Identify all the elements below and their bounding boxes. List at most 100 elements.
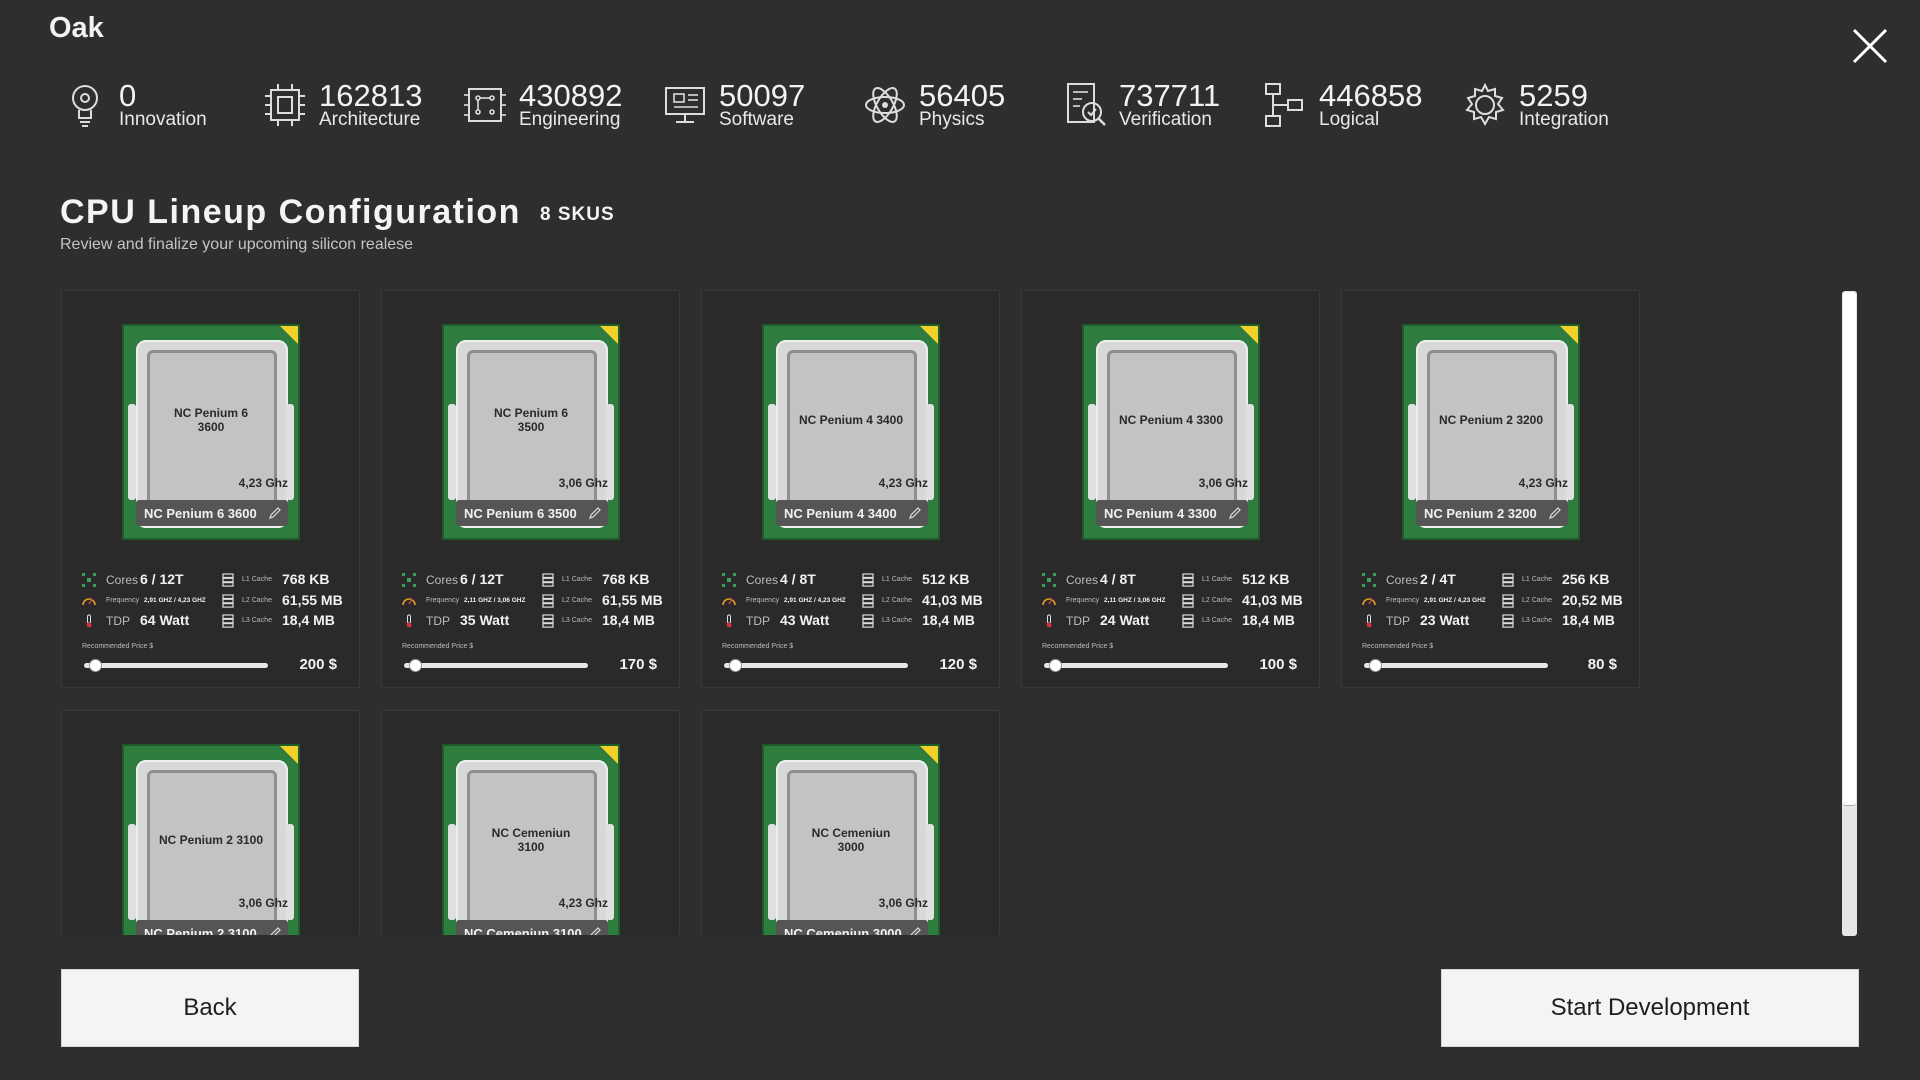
price-slider[interactable] [404, 659, 588, 672]
tdp-value: 24 Watt [1100, 612, 1150, 628]
cpu-name-bar[interactable]: NC Penium 4 3400 [776, 500, 928, 526]
cpu-name-bar[interactable]: NC Penium 2 3200 [1416, 500, 1568, 526]
resource-label: Engineering [519, 109, 621, 130]
resource-value: 0 [119, 78, 137, 113]
cores-value: 2 / 4T [1420, 571, 1456, 587]
cpu-chip-image: NC Penium 6 3600 4,23 Ghz NC Penium 6 3600 [122, 324, 300, 540]
price-slider-knob[interactable] [729, 659, 743, 672]
price-slider-knob[interactable] [1369, 659, 1383, 672]
cpu-card[interactable]: NC Penium 6 3600 4,23 Ghz NC Penium 6 3600… [61, 290, 360, 688]
cpu-name-bar[interactable]: NC Cemeniun 3000 [776, 920, 928, 935]
edit-pencil-icon[interactable] [588, 506, 602, 520]
spec-row: Cores 2 / 4T L1 Cache 256 KB [1362, 571, 1632, 589]
frequency-icon [402, 598, 416, 606]
checklist-icon [1067, 83, 1106, 126]
edit-pencil-icon[interactable] [1548, 506, 1562, 520]
price-slider[interactable] [84, 659, 268, 672]
start-development-button[interactable]: Start Development [1441, 969, 1859, 1047]
back-button[interactable]: Back [61, 969, 359, 1047]
cache-icon [542, 594, 554, 608]
cpu-chip-image: NC Penium 6 3500 3,06 Ghz NC Penium 6 3500 [442, 324, 620, 540]
price-slider[interactable] [1044, 659, 1228, 672]
edit-pencil-icon[interactable] [268, 506, 282, 520]
chip-die [147, 770, 277, 935]
spec-label: L1 Cache [1522, 576, 1552, 583]
spec-label: L1 Cache [882, 576, 912, 583]
cpu-card[interactable]: NC Penium 2 3200 4,23 Ghz NC Penium 2 3200… [1341, 290, 1640, 688]
frequency-value: 2,91 GHZ / 4,23 GHZ [1424, 597, 1486, 604]
resource-value: 162813 [319, 78, 423, 113]
die-frequency: 4,23 Ghz [558, 896, 608, 910]
spec-label: L2 Cache [882, 597, 912, 604]
spec-label: TDP [106, 614, 130, 628]
chip-die [467, 350, 597, 520]
scrollbar-thumb[interactable] [1843, 292, 1856, 807]
cache-icon [222, 573, 234, 587]
cpu-name: NC Penium 4 3300 [1104, 506, 1217, 521]
cpu-name-bar[interactable]: NC Cemeniun 3100 [456, 920, 608, 935]
scrollbar[interactable] [1842, 291, 1857, 936]
cpu-name: NC Penium 2 3200 [1424, 506, 1537, 521]
spec-label: L2 Cache [562, 597, 592, 604]
die-frequency: 4,23 Ghz [238, 476, 288, 490]
cpu-name-bar[interactable]: NC Penium 6 3600 [136, 500, 288, 526]
frequency-icon [1042, 598, 1056, 606]
edit-pencil-icon[interactable] [268, 926, 282, 935]
thermometer-icon [86, 614, 92, 628]
cache-icon [222, 614, 234, 628]
cpu-name-bar[interactable]: NC Penium 4 3300 [1096, 500, 1248, 526]
spec-row: Frequency 2,11 GHZ / 3,06 GHZ L2 Cache 41,0… [1042, 592, 1312, 610]
cpu-name: NC Penium 2 3100 [144, 926, 257, 935]
cache-icon [1182, 573, 1194, 587]
price-slider-knob[interactable] [89, 659, 103, 672]
l3-value: 18,4 MB [1242, 612, 1295, 628]
spec-label: Cores [1386, 573, 1419, 587]
die-frequency: 3,06 Ghz [878, 896, 928, 910]
close-icon[interactable] [1850, 26, 1890, 66]
frequency-icon [1362, 598, 1376, 606]
cpu-name-bar[interactable]: NC Penium 2 3100 [136, 920, 288, 935]
spec-row: Frequency 2,91 GHZ / 4,23 GHZ L2 Cache 20,5… [1362, 592, 1632, 610]
spec-row: Frequency 2,91 GHZ / 4,23 GHZ L2 Cache 61,5… [82, 592, 352, 610]
spec-label: L3 Cache [882, 617, 912, 624]
spec-label: Cores [1066, 573, 1099, 587]
recommended-price-label: Recommended Price $ [1042, 643, 1114, 650]
cpu-name-bar[interactable]: NC Penium 6 3500 [456, 500, 608, 526]
gear-icon [1465, 82, 1505, 127]
edit-pencil-icon[interactable] [588, 926, 602, 935]
cpu-card[interactable]: NC Cemeniun 3100 4,23 Ghz NC Cemeniun 3100 [381, 710, 680, 935]
edit-pencil-icon[interactable] [1228, 506, 1242, 520]
tdp-value: 35 Watt [460, 612, 510, 628]
cpu-card[interactable]: NC Penium 6 3500 3,06 Ghz NC Penium 6 3500… [381, 290, 680, 688]
thermometer-icon [406, 614, 412, 628]
spec-label: TDP [426, 614, 450, 628]
edit-pencil-icon[interactable] [908, 506, 922, 520]
cpu-card[interactable]: NC Penium 4 3400 4,23 Ghz NC Penium 4 3400… [701, 290, 1000, 688]
cpu-chip-image: NC Penium 4 3400 4,23 Ghz NC Penium 4 3400 [762, 324, 940, 540]
tdp-value: 43 Watt [780, 612, 830, 628]
frequency-value: 2,91 GHZ / 4,23 GHZ [144, 597, 206, 604]
resource-label: Physics [919, 109, 985, 130]
spec-label: L2 Cache [242, 597, 272, 604]
spec-label: L1 Cache [242, 576, 272, 583]
resource-value: 737711 [1119, 78, 1221, 113]
cpu-card[interactable]: NC Penium 2 3100 3,06 Ghz NC Penium 2 3100 [61, 710, 360, 935]
spec-label: Frequency [746, 597, 780, 604]
page-title: CPU Lineup Configuration [60, 193, 521, 231]
l3-value: 18,4 MB [922, 612, 975, 628]
cache-icon [542, 573, 554, 587]
tdp-value: 23 Watt [1420, 612, 1470, 628]
price-slider[interactable] [1364, 659, 1548, 672]
spec-label: TDP [1386, 614, 1410, 628]
cache-icon [222, 594, 234, 608]
l2-value: 20,52 MB [1562, 592, 1623, 608]
price-slider-knob[interactable] [409, 659, 423, 672]
die-name: NC Cemeniun 3100 [491, 826, 571, 854]
resource-value: 430892 [519, 78, 623, 113]
edit-pencil-icon[interactable] [908, 926, 922, 935]
die-frequency: 3,06 Ghz [558, 476, 608, 490]
cpu-card[interactable]: NC Cemeniun 3000 3,06 Ghz NC Cemeniun 3000 [701, 710, 1000, 935]
price-slider[interactable] [724, 659, 908, 672]
price-slider-knob[interactable] [1049, 659, 1063, 672]
cpu-card[interactable]: NC Penium 4 3300 3,06 Ghz NC Penium 4 3300… [1021, 290, 1320, 688]
